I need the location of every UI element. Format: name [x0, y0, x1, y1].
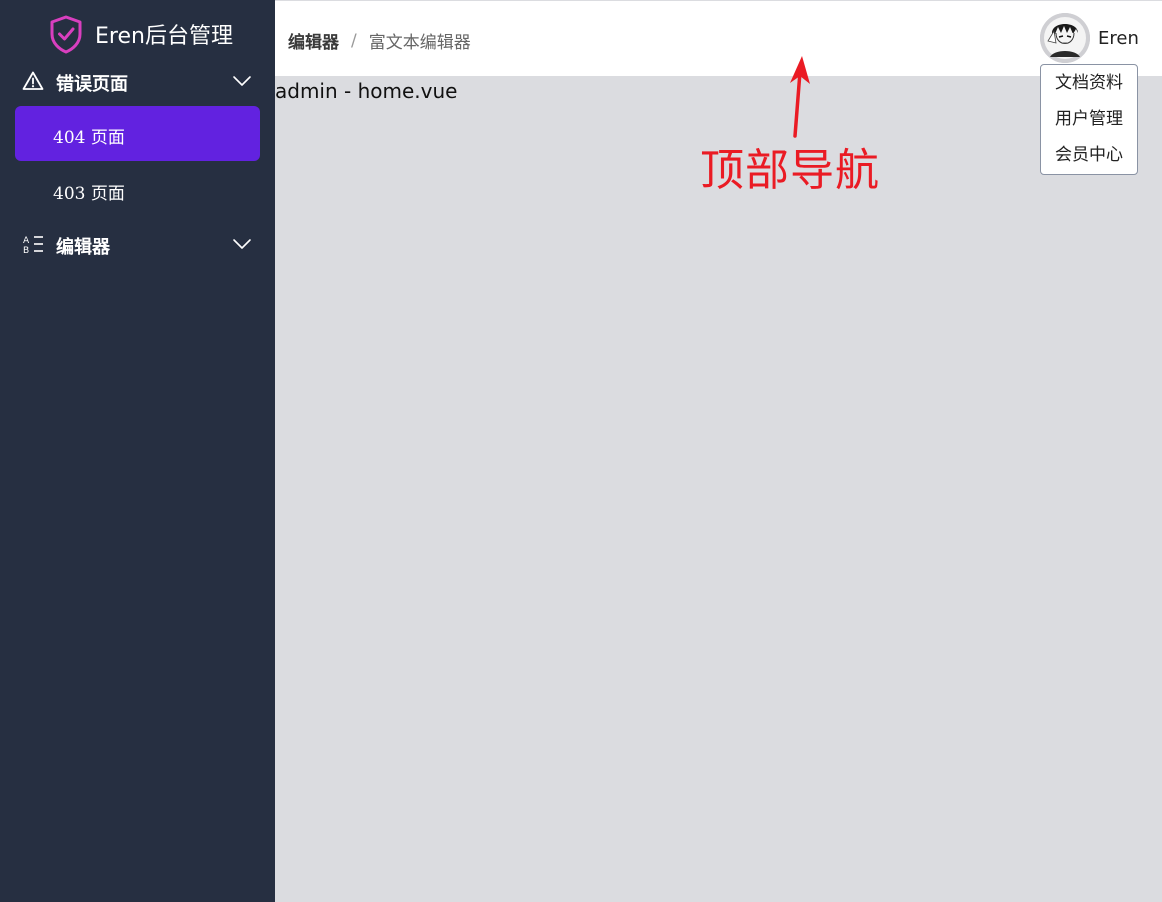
sidebar-group-label: 错误页面 [56, 74, 128, 95]
annotation-arrow-icon [790, 56, 810, 138]
text-abc-list-icon: A B [23, 236, 43, 255]
chevron-down-icon [233, 239, 251, 249]
breadcrumb: 编辑器 / 富文本编辑器 [288, 28, 471, 54]
svg-text:B: B [23, 246, 29, 255]
sidebar-group-error-pages[interactable]: 错误页面 [0, 61, 275, 101]
sidebar-group-editor[interactable]: A B 编辑器 [0, 224, 275, 264]
breadcrumb-separator: / [351, 30, 357, 51]
annotation-label: 顶部导航 [700, 145, 880, 196]
user-dropdown-menu: 文档资料 用户管理 会员中心 [1040, 64, 1138, 175]
sidebar-item-label: 403 页面 [53, 184, 125, 204]
shield-check-icon [50, 15, 82, 54]
dropdown-item-docs[interactable]: 文档资料 [1041, 66, 1137, 100]
chevron-down-icon [233, 76, 251, 86]
sidebar-item-label: 404 页面 [53, 128, 125, 148]
warning-triangle-icon [22, 71, 44, 90]
sidebar-group-label: 编辑器 [56, 237, 110, 258]
breadcrumb-item-editor[interactable]: 编辑器 [288, 28, 339, 53]
dropdown-item-user-management[interactable]: 用户管理 [1041, 102, 1137, 136]
brand[interactable]: Eren后台管理 [48, 13, 233, 55]
dropdown-item-member-center[interactable]: 会员中心 [1041, 138, 1137, 172]
sidebar-item-403[interactable]: 403 页面 [15, 162, 260, 217]
breadcrumb-item-rich-text-editor: 富文本编辑器 [368, 33, 471, 53]
avatar[interactable] [1040, 13, 1090, 63]
top-header: 编辑器 / 富文本编辑器 Eren [275, 1, 1162, 76]
page-content-text: admin - home.vue [275, 79, 458, 103]
sidebar: Eren后台管理 错误页面 404 页面 403 页面 A B 编辑器 [0, 0, 275, 902]
sidebar-item-404[interactable]: 404 页面 [15, 106, 260, 161]
svg-text:A: A [23, 236, 30, 246]
user-name[interactable]: Eren [1098, 28, 1139, 49]
app-title: Eren后台管理 [95, 24, 233, 49]
user-avatar-icon [1040, 13, 1090, 63]
